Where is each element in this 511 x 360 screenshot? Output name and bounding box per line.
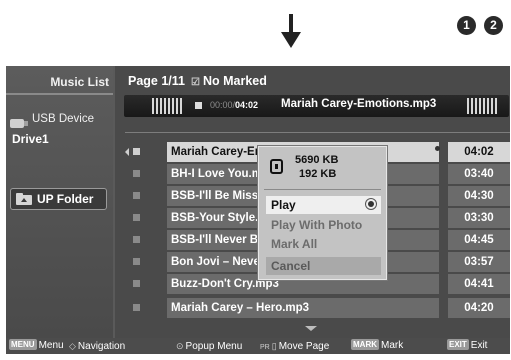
track-duration: 04:20 xyxy=(448,298,510,318)
sidebar-title: Music List xyxy=(50,75,109,89)
track-checkbox[interactable] xyxy=(133,170,140,177)
track-checkbox[interactable] xyxy=(133,258,140,265)
page-key-icon: ▯ xyxy=(271,341,277,351)
popup-divider xyxy=(264,189,381,190)
track-row[interactable]: Mariah Carey – Hero.mp3 04:20 xyxy=(125,298,510,318)
navigation-arrows-icon: ◇ xyxy=(69,341,76,351)
menu-item-cancel[interactable]: Cancel xyxy=(266,257,381,275)
marked-status: No Marked xyxy=(202,74,267,88)
help-menu-label: Menu xyxy=(38,340,64,351)
help-popup-label: Popup Menu xyxy=(185,341,243,352)
track-duration: 04:02 xyxy=(448,142,510,162)
help-exit: EXIT Exit xyxy=(447,338,487,354)
ok-button-icon: ⊙ xyxy=(176,341,184,351)
now-playing-bar: 00:00/04:02 Mariah Carey-Emotions.mp3 xyxy=(124,95,509,117)
step-1-badge: 1 xyxy=(457,16,476,35)
selection-marker-icon xyxy=(125,148,129,156)
track-duration: 04:41 xyxy=(448,274,510,294)
playback-time: 00:00/04:02 xyxy=(210,100,258,110)
usb-device-label: USB Device xyxy=(32,113,94,125)
step-2-badge: 2 xyxy=(484,16,503,35)
elapsed-time: 00:00/ xyxy=(210,100,236,110)
page-status: Page 1/11 ☑ No Marked xyxy=(128,74,267,88)
stop-icon xyxy=(195,102,202,109)
track-duration: 03:57 xyxy=(448,252,510,272)
track-checkbox[interactable] xyxy=(133,148,140,155)
down-arrow-icon xyxy=(281,14,301,48)
help-mark: MARK Mark xyxy=(351,338,403,354)
menu-item-mark-all[interactable]: Mark All xyxy=(266,235,381,253)
help-popup: ⊙ Popup Menu xyxy=(176,338,242,354)
track-duration: 03:30 xyxy=(448,208,510,228)
file-size: 5690 KB xyxy=(295,154,339,166)
help-menu: MENU Menu xyxy=(9,338,64,354)
list-divider xyxy=(125,132,510,133)
equalizer-left-icon xyxy=(152,98,182,114)
music-list-screen: Music List USB Device Drive1 UP Folder P… xyxy=(6,66,510,338)
help-page-label: Move Page xyxy=(278,341,330,352)
popup-menu: 5690 KB 192 KB Play Play With Photo Mark… xyxy=(258,146,387,280)
mark-checkbox-icon: ☑ xyxy=(191,77,200,88)
sidebar-divider xyxy=(6,93,113,95)
track-duration: 04:45 xyxy=(448,230,510,250)
track-checkbox[interactable] xyxy=(133,280,140,287)
help-mark-label: Mark xyxy=(381,340,404,351)
playing-dot-icon xyxy=(435,146,440,151)
help-navigation-label: Navigation xyxy=(77,341,126,352)
menu-item-play-label: Play xyxy=(271,198,296,212)
menu-key-icon: MENU xyxy=(9,339,37,350)
help-navigation: ◇ Navigation xyxy=(69,338,125,354)
info-icon xyxy=(270,159,283,174)
file-size-secondary: 192 KB xyxy=(299,168,337,180)
mark-key-icon: MARK xyxy=(351,339,379,350)
up-folder-button[interactable]: UP Folder xyxy=(10,188,107,210)
track-duration: 04:30 xyxy=(448,186,510,206)
track-duration: 03:40 xyxy=(448,164,510,184)
total-time: 04:02 xyxy=(235,100,259,110)
up-folder-label: UP Folder xyxy=(37,192,94,206)
folder-up-icon xyxy=(16,193,32,205)
page-indicator: Page 1/11 xyxy=(128,74,185,88)
exit-key-icon: EXIT xyxy=(447,339,469,350)
track-checkbox[interactable] xyxy=(133,236,140,243)
sidebar: Music List USB Device Drive1 UP Folder xyxy=(6,66,113,338)
usb-drive-icon xyxy=(10,119,28,128)
pr-key-icon: PR xyxy=(260,344,270,351)
track-checkbox[interactable] xyxy=(133,304,140,311)
track-checkbox[interactable] xyxy=(133,192,140,199)
radio-selected-icon xyxy=(368,201,374,207)
track-checkbox[interactable] xyxy=(133,214,140,221)
help-exit-label: Exit xyxy=(470,340,488,351)
equalizer-right-icon xyxy=(467,98,497,114)
menu-item-play-with-photo[interactable]: Play With Photo xyxy=(266,216,381,234)
scroll-down-icon[interactable] xyxy=(305,326,317,331)
drive-label[interactable]: Drive1 xyxy=(12,132,49,146)
help-page: PR ▯ Move Page xyxy=(260,338,329,354)
help-bar: MENU Menu ◇ Navigation ⊙ Popup Menu PR ▯ Move… xyxy=(6,338,510,354)
menu-item-play[interactable]: Play xyxy=(266,196,381,214)
now-playing-filename: Mariah Carey-Emotions.mp3 xyxy=(281,98,437,110)
track-title: Mariah Carey – Hero.mp3 xyxy=(167,298,439,318)
